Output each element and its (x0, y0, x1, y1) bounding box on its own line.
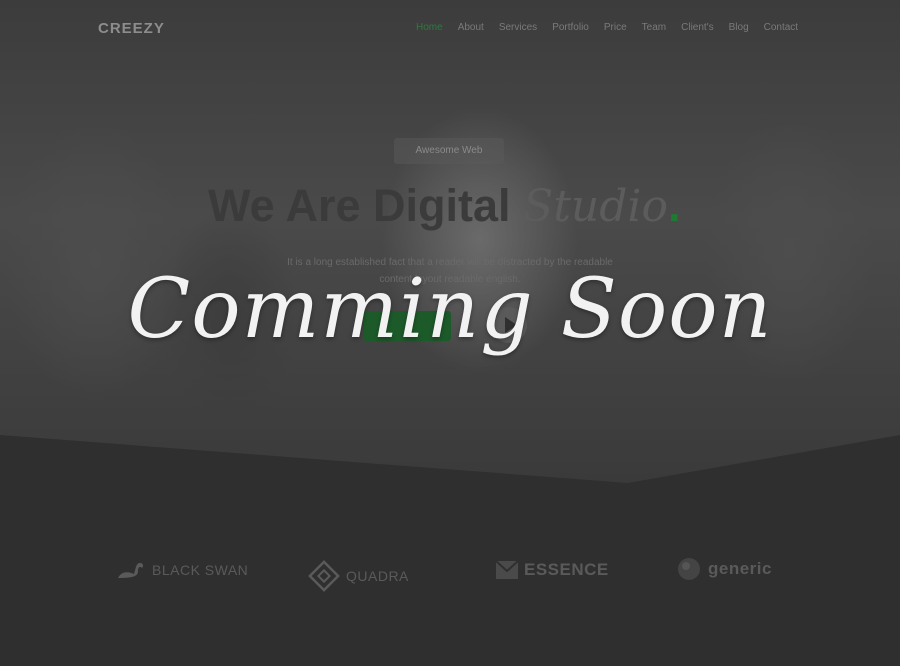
brand-quadra: QUADRA (308, 560, 409, 592)
menu-item-blog[interactable]: Blog (729, 22, 749, 33)
brand-name: generic (708, 559, 772, 578)
menu-item-clients[interactable]: Client's (681, 22, 713, 33)
hero-headline: We Are Digital Studio. (208, 180, 708, 232)
sphere-icon (676, 556, 702, 582)
brand-essence: ESSENCE (496, 560, 609, 580)
brand-name: ESSENCE (524, 560, 609, 579)
brand-generic: generic (676, 556, 772, 582)
headline-dot: . (667, 180, 681, 231)
swan-icon (116, 560, 146, 580)
menu-item-services[interactable]: Services (499, 22, 537, 33)
brand-name: BLACK SWAN (152, 562, 249, 578)
envelope-icon (496, 561, 518, 579)
main-menu: Home About Services Portfolio Price Team… (416, 22, 798, 33)
menu-item-contact[interactable]: Contact (764, 22, 798, 33)
headline-bold-text: We Are Digital (208, 180, 524, 231)
headline-script-text: Studio (523, 181, 668, 232)
menu-item-portfolio[interactable]: Portfolio (552, 22, 589, 33)
menu-item-team[interactable]: Team (642, 22, 666, 33)
hero-section (0, 0, 900, 485)
brand-name: QUADRA (346, 568, 409, 584)
top-navigation: CREEZY Home About Services Portfolio Pri… (0, 0, 900, 55)
coming-soon-overlay-text: Comming Soon (127, 262, 773, 357)
brand-black-swan: BLACK SWAN (116, 560, 248, 580)
brand-logos-strip: BLACK SWAN QUADRA ESSENCE generic (88, 542, 813, 606)
hero-badge: Awesome Web (394, 138, 504, 164)
menu-item-home[interactable]: Home (416, 22, 443, 33)
site-logo[interactable]: CREEZY (98, 20, 165, 37)
diamond-icon (308, 560, 340, 592)
menu-item-about[interactable]: About (458, 22, 484, 33)
menu-item-price[interactable]: Price (604, 22, 627, 33)
